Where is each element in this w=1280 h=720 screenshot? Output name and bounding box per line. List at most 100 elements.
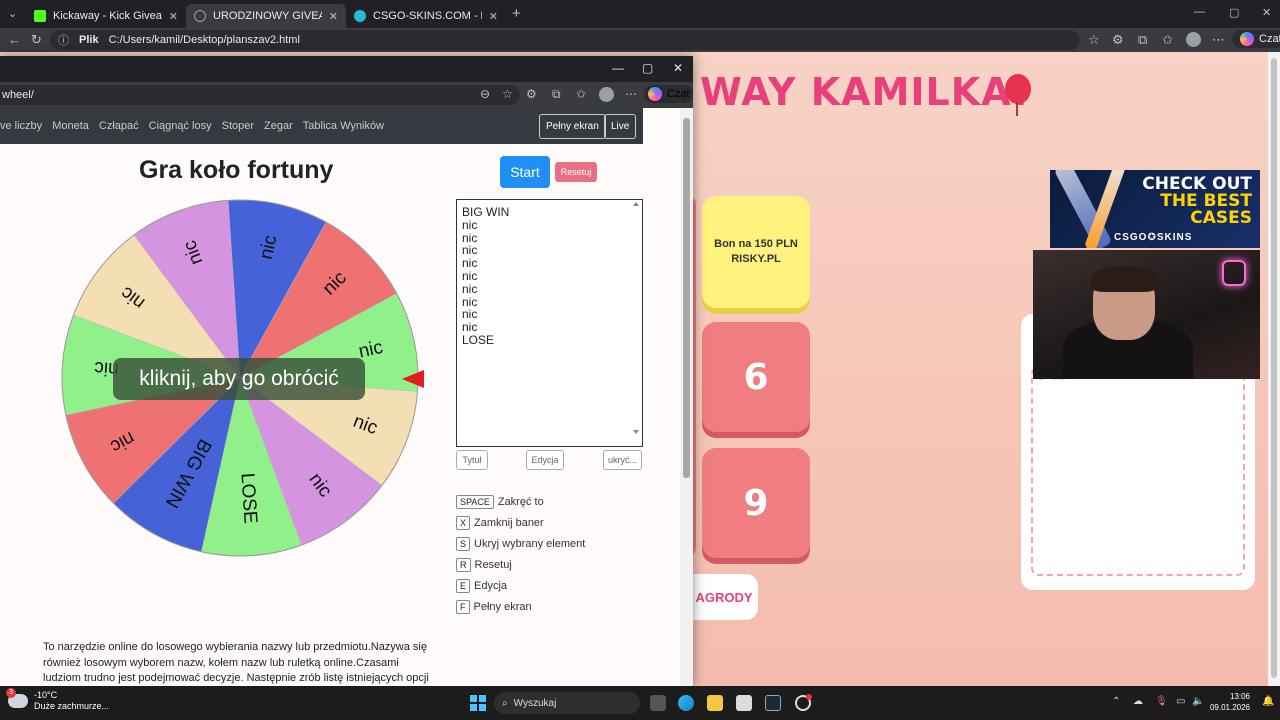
page-scrollbar[interactable] bbox=[1268, 52, 1280, 686]
store-icon[interactable] bbox=[736, 695, 752, 711]
wheel-browser-window: — ▢ ✕ wheel/ ⊖ ☆ ⚙ ⧉ ✩ ⋯ Czat ve liczby … bbox=[0, 56, 693, 686]
edit-button[interactable]: Edycja bbox=[526, 450, 564, 470]
globe-icon bbox=[194, 10, 206, 22]
cloud-icon: 3 bbox=[6, 688, 28, 708]
tab-title: URODZINOWY GIVEAWAY KAMILKA bbox=[213, 10, 322, 22]
nav-link-tablica-wynikow[interactable]: Tablica Wyników bbox=[303, 120, 384, 132]
favorites-icon[interactable]: ✩ bbox=[1162, 32, 1173, 48]
nav-link-liczby[interactable]: ve liczby bbox=[0, 120, 42, 132]
close-tab-icon[interactable]: ✕ bbox=[329, 10, 338, 23]
balloon-string bbox=[1016, 102, 1018, 116]
back-icon[interactable]: ← bbox=[8, 32, 21, 47]
tray-chevron-icon[interactable]: ⌃ bbox=[1112, 696, 1120, 707]
tab-csgo-skins[interactable]: CSGO-SKINS.COM - Najlepsze Skr ✕ bbox=[346, 4, 506, 28]
csgo-skins-ad[interactable]: CHECK OUT THE BEST CASES CSGO✪SKINS bbox=[1050, 170, 1260, 248]
notifications-icon[interactable]: 🔔 bbox=[1262, 696, 1274, 707]
microphone-icon[interactable]: 🎙 bbox=[1155, 696, 1168, 707]
scrollbar-thumb[interactable] bbox=[683, 118, 690, 478]
shortcut-x: X Zamknij baner bbox=[456, 516, 544, 530]
task-view-icon[interactable] bbox=[650, 695, 666, 711]
board-title: WAY KAMILKA! bbox=[700, 70, 1030, 114]
entry-line: nic bbox=[462, 307, 478, 322]
close-window-icon[interactable]: ✕ bbox=[1262, 6, 1271, 19]
window-url-field[interactable]: wheel/ bbox=[0, 85, 520, 105]
entries-scrollbar[interactable] bbox=[630, 200, 642, 446]
number-card[interactable]: 9 bbox=[702, 448, 810, 558]
clock-time: 13:06 bbox=[1229, 692, 1250, 701]
key-cap: E bbox=[456, 579, 471, 593]
nav-link-zegar[interactable]: Zegar bbox=[264, 120, 293, 132]
start-button[interactable]: Start bbox=[500, 156, 550, 188]
entries-textarea[interactable]: BIG WIN nic nic nic nic nic nic nic nic nic LOSE bbox=[456, 199, 643, 447]
nav-link-ciagnac-losy[interactable]: Ciągnąć losy bbox=[149, 120, 212, 132]
spin-hint-overlay[interactable]: kliknij, aby go obrócić bbox=[113, 358, 365, 400]
file-explorer-icon[interactable] bbox=[707, 695, 723, 711]
url-field[interactable]: ⓘ Plik C:/Users/kamil/Desktop/planszav2.… bbox=[50, 30, 1080, 50]
tab-list-icon[interactable]: ⌄ bbox=[8, 7, 17, 20]
favorite-star-icon[interactable]: ☆ bbox=[502, 87, 513, 101]
close-tab-icon[interactable]: ✕ bbox=[489, 10, 498, 23]
copilot-icon bbox=[648, 87, 662, 101]
minimize-icon[interactable]: — bbox=[612, 61, 624, 75]
tab-giveaway[interactable]: URODZINOWY GIVEAWAY KAMILKA ✕ bbox=[186, 4, 346, 28]
winners-dropzone bbox=[1031, 366, 1245, 576]
minimize-icon[interactable]: — bbox=[1194, 6, 1205, 18]
split-screen-icon[interactable]: ⧉ bbox=[1138, 32, 1147, 48]
close-window-icon[interactable]: ✕ bbox=[673, 61, 683, 75]
extensions-icon[interactable]: ⚙ bbox=[526, 87, 537, 101]
clock[interactable]: 13:06 09.01.2026 bbox=[1210, 691, 1250, 713]
nav-link-moneta[interactable]: Moneta bbox=[52, 120, 89, 132]
ad-headline: CHECK OUT THE BEST CASES bbox=[1142, 176, 1252, 227]
tab-kickaway[interactable]: Kickaway - Kick Giveaway Tool ✕ bbox=[26, 4, 186, 28]
profile-avatar[interactable] bbox=[599, 87, 614, 102]
key-cap: SPACE bbox=[456, 495, 494, 509]
maximize-icon[interactable]: ▢ bbox=[1229, 6, 1239, 19]
windows-start-icon[interactable] bbox=[470, 695, 486, 711]
reset-button[interactable]: Resetuj bbox=[555, 162, 597, 182]
nav-link-stoper[interactable]: Stoper bbox=[222, 120, 254, 132]
extensions-icon[interactable]: ⚙ bbox=[1112, 32, 1124, 48]
favorites-icon[interactable]: ✩ bbox=[576, 87, 586, 101]
copilot-button[interactable]: Czat bbox=[644, 85, 693, 103]
profile-avatar[interactable] bbox=[1186, 32, 1201, 47]
number-card[interactable]: 6 bbox=[702, 322, 810, 432]
rewards-tab[interactable]: AGRODY bbox=[690, 574, 758, 620]
shortcut-label: Ukryj wybrany element bbox=[474, 538, 586, 550]
prize-card[interactable]: Bon na 150 PLN RISKY.PL bbox=[702, 196, 810, 308]
live-button[interactable]: Live bbox=[604, 114, 637, 139]
browser-address-bar: ← ↻ ⓘ Plik C:/Users/kamil/Desktop/plansz… bbox=[0, 28, 1280, 52]
more-menu-icon[interactable]: ⋯ bbox=[1212, 32, 1225, 48]
copilot-button[interactable]: Czat bbox=[1232, 30, 1280, 48]
scrollbar-thumb[interactable] bbox=[1271, 58, 1277, 678]
shortcut-label: Pełny ekran bbox=[473, 601, 532, 613]
more-menu-icon[interactable]: ⋯ bbox=[625, 87, 637, 101]
key-cap: X bbox=[456, 516, 471, 530]
title-button[interactable]: Tytuł bbox=[456, 450, 488, 470]
steam-icon[interactable] bbox=[765, 695, 781, 711]
hide-button[interactable]: ukryć... bbox=[603, 450, 642, 470]
close-tab-icon[interactable]: ✕ bbox=[169, 10, 178, 23]
fullscreen-button[interactable]: Pełny ekran bbox=[539, 114, 606, 139]
taskbar-search[interactable]: ⌕ Wyszukaj bbox=[494, 692, 640, 714]
window-scrollbar[interactable] bbox=[680, 108, 693, 686]
tab-title: Kickaway - Kick Giveaway Tool bbox=[53, 10, 162, 22]
shortcut-s: S Ukryj wybrany element bbox=[456, 537, 585, 551]
window-address-bar: wheel/ ⊖ ☆ ⚙ ⧉ ✩ ⋯ Czat bbox=[0, 82, 693, 108]
weather-widget[interactable]: 3 -10°C Duże zachmurze... bbox=[6, 688, 109, 712]
refresh-icon[interactable]: ↻ bbox=[31, 32, 42, 48]
entry-line: LOSE bbox=[462, 332, 495, 347]
volume-icon[interactable]: 🔈 bbox=[1192, 696, 1204, 707]
favorite-star-icon[interactable]: ☆ bbox=[1088, 32, 1100, 48]
nav-link-czlapac[interactable]: Człapać bbox=[99, 120, 139, 132]
cloud-sync-icon[interactable]: ☁ bbox=[1133, 696, 1143, 707]
new-tab-icon[interactable]: + bbox=[512, 5, 521, 22]
network-icon[interactable]: ▭ bbox=[1176, 696, 1185, 707]
edge-icon[interactable] bbox=[678, 695, 694, 711]
page-title: Gra koło fortuny bbox=[139, 156, 334, 184]
reader-icon[interactable]: ⊖ bbox=[480, 87, 490, 101]
entry-line: nic bbox=[462, 243, 478, 258]
maximize-icon[interactable]: ▢ bbox=[642, 61, 653, 75]
shortcut-label: Edycja bbox=[474, 580, 508, 592]
prize-card-line: Bon na 150 PLN bbox=[714, 238, 798, 250]
split-screen-icon[interactable]: ⧉ bbox=[552, 87, 561, 102]
